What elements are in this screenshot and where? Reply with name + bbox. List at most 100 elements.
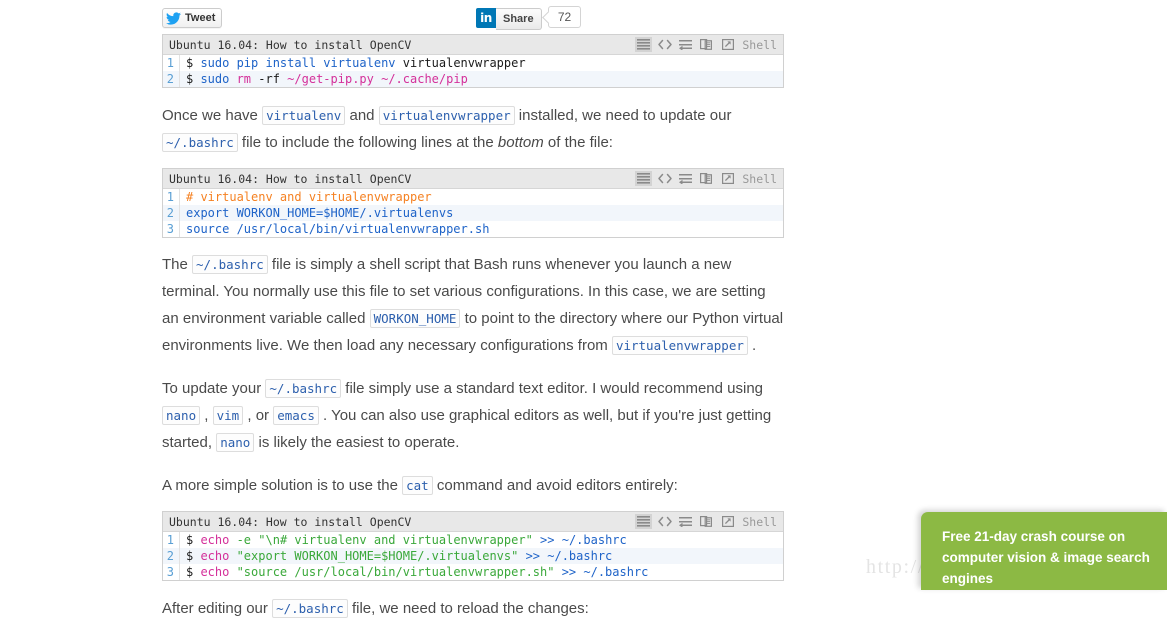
code-line-text: $ echo "export WORKON_HOME=$HOME/.virtua… bbox=[180, 548, 612, 564]
p2-text-d: . bbox=[747, 337, 757, 354]
linkedin-share-button[interactable]: in Share bbox=[476, 8, 542, 30]
code-line-text: $ sudo rm -rf ~/get-pip.py ~/.cache/pip bbox=[180, 71, 468, 87]
code-line-text: $ echo "source /usr/local/bin/virtualenv… bbox=[180, 564, 648, 580]
line-number: 2 bbox=[163, 205, 180, 221]
tweet-label: Tweet bbox=[185, 12, 216, 24]
code-line-text: $ sudo pip install virtualenv virtualenv… bbox=[180, 55, 526, 71]
code-token: echo bbox=[200, 533, 237, 547]
code-block-1-body[interactable]: 1 $ sudo pip install virtualenv virtualen… bbox=[163, 55, 783, 87]
code-block-3-header: Ubuntu 16.04: How to install OpenCV Shel… bbox=[163, 512, 783, 532]
code-block-3-toolbar: Shell bbox=[635, 514, 779, 529]
p1-text-c: installed, we need to update our bbox=[514, 107, 732, 124]
view-source-icon[interactable] bbox=[656, 514, 673, 529]
line-number: 1 bbox=[163, 189, 180, 205]
toggle-wrap-icon[interactable] bbox=[677, 171, 694, 186]
code-token: >> bbox=[525, 549, 548, 563]
inline-code-nano-2: nano bbox=[216, 433, 255, 452]
code-token: "source /usr/local/bin/virtualenvwrapper… bbox=[236, 565, 562, 579]
code-token: >> bbox=[540, 533, 562, 547]
open-in-new-window-icon[interactable] bbox=[719, 171, 736, 186]
code-token: sudo pip install virtualenv bbox=[200, 56, 403, 70]
inline-code-vim: vim bbox=[212, 406, 244, 425]
paragraph-5: After editing our ~/.bashrc file, we nee… bbox=[162, 595, 784, 622]
code-token: $ bbox=[186, 72, 201, 86]
code-block-3-language: Shell bbox=[742, 514, 777, 529]
open-in-new-window-icon[interactable] bbox=[719, 37, 736, 52]
twitter-bird-icon bbox=[166, 11, 181, 25]
code-block-2-title: Ubuntu 16.04: How to install OpenCV bbox=[169, 171, 412, 186]
p3-text-b: file simply use a standard text editor. … bbox=[341, 380, 764, 397]
view-source-icon[interactable] bbox=[656, 37, 673, 52]
copy-icon[interactable] bbox=[698, 514, 715, 529]
p1-text-b: and bbox=[345, 107, 379, 124]
p4-text-b: command and avoid editors entirely: bbox=[432, 477, 678, 494]
inline-code-nano: nano bbox=[162, 406, 201, 425]
code-token: echo bbox=[200, 549, 237, 563]
copy-icon[interactable] bbox=[698, 171, 715, 186]
line-number: 3 bbox=[163, 564, 180, 580]
open-in-new-window-icon[interactable] bbox=[719, 514, 736, 529]
tweet-button[interactable]: Tweet bbox=[162, 8, 223, 28]
code-line-text: export WORKON_HOME=$HOME/.virtualenvs bbox=[180, 205, 453, 221]
code-line-text: source /usr/local/bin/virtualenvwrapper.… bbox=[180, 221, 489, 237]
code-block-2-language: Shell bbox=[742, 171, 777, 186]
code-block-2-header: Ubuntu 16.04: How to install OpenCV Shel… bbox=[163, 169, 783, 189]
code-token: >> bbox=[561, 565, 584, 579]
code-token: ~/.bashrc bbox=[547, 549, 613, 563]
code-token: rm bbox=[236, 72, 259, 86]
social-share-bar: Tweet in Share 72 bbox=[162, 0, 784, 34]
code-token: $ bbox=[186, 549, 201, 563]
code-block-2-body[interactable]: 1 # virtualenv and virtualenvwrapper 2 expo… bbox=[163, 189, 783, 237]
inline-code-bashrc: ~/.bashrc bbox=[162, 133, 238, 152]
code-line: 2 export WORKON_HOME=$HOME/.virtualenvs bbox=[163, 205, 783, 221]
paragraph-1: Once we have virtualenv and virtualenvwr… bbox=[162, 102, 784, 156]
line-number: 1 bbox=[163, 532, 180, 548]
inline-code-bashrc: ~/.bashrc bbox=[192, 255, 268, 274]
line-number: 3 bbox=[163, 221, 180, 237]
linkedin-share-label: Share bbox=[496, 8, 542, 30]
p2-text-a: The bbox=[162, 256, 193, 273]
paragraph-2: The ~/.bashrc file is simply a shell scr… bbox=[162, 251, 784, 359]
p1-text-e: of the file: bbox=[543, 134, 613, 151]
code-token: "\n# virtualenv and virtualenvwrapper" bbox=[258, 533, 541, 547]
toggle-line-numbers-icon[interactable] bbox=[635, 514, 653, 529]
copy-icon[interactable] bbox=[698, 37, 715, 52]
p3-text-d: , or bbox=[243, 407, 274, 424]
p5-text-b: file, we need to reload the changes: bbox=[347, 600, 589, 617]
code-token: # virtualenv and virtualenvwrapper bbox=[186, 190, 432, 204]
p4-text-a: A more simple solution is to use the bbox=[162, 477, 403, 494]
code-block-1-toolbar: Shell bbox=[635, 37, 779, 52]
toggle-wrap-icon[interactable] bbox=[677, 514, 694, 529]
p1-emphasis-bottom: bottom bbox=[497, 134, 544, 151]
inline-code-virtualenvwrapper: virtualenvwrapper bbox=[378, 106, 515, 125]
code-token: ~/.bashrc bbox=[583, 565, 649, 579]
toggle-wrap-icon[interactable] bbox=[677, 37, 694, 52]
code-block-1-title: Ubuntu 16.04: How to install OpenCV bbox=[169, 37, 412, 52]
code-token: -e bbox=[236, 533, 259, 547]
p1-text-a: Once we have bbox=[162, 107, 263, 124]
code-block-2-toolbar: Shell bbox=[635, 171, 779, 186]
inline-code-cat: cat bbox=[402, 476, 433, 495]
code-token: virtualenvwrapper bbox=[402, 56, 526, 70]
toggle-line-numbers-icon[interactable] bbox=[635, 171, 653, 186]
code-line-text: $ echo -e "\n# virtualenv and virtualenv… bbox=[180, 532, 627, 548]
code-token: $ bbox=[186, 56, 201, 70]
p3-text-f: is likely the easiest to operate. bbox=[254, 434, 460, 451]
code-block-3: Ubuntu 16.04: How to install OpenCV Shel… bbox=[162, 511, 784, 581]
toggle-line-numbers-icon[interactable] bbox=[635, 37, 653, 52]
line-number: 2 bbox=[163, 71, 180, 87]
code-block-3-body[interactable]: 1 $ echo -e "\n# virtualenv and virtualen… bbox=[163, 532, 783, 580]
promo-banner[interactable]: Free 21-day crash course on computer vis… bbox=[921, 512, 1167, 590]
code-block-2: Ubuntu 16.04: How to install OpenCV Shel… bbox=[162, 168, 784, 238]
line-number: 1 bbox=[163, 55, 180, 71]
p3-text-a: To update your bbox=[162, 380, 266, 397]
code-block-1-header: Ubuntu 16.04: How to install OpenCV Shel… bbox=[163, 35, 783, 55]
promo-line-2: computer vision & image search bbox=[942, 550, 1150, 565]
paragraph-4: A more simple solution is to use the cat… bbox=[162, 472, 784, 499]
code-token: export WORKON_HOME=$HOME/.virtualenvs bbox=[186, 206, 454, 220]
view-source-icon[interactable] bbox=[656, 171, 673, 186]
p1-text-d: file to include the following lines at t… bbox=[237, 134, 498, 151]
inline-code-virtualenvwrapper: virtualenvwrapper bbox=[611, 336, 748, 355]
code-line: 1 # virtualenv and virtualenvwrapper bbox=[163, 189, 783, 205]
line-number: 2 bbox=[163, 548, 180, 564]
